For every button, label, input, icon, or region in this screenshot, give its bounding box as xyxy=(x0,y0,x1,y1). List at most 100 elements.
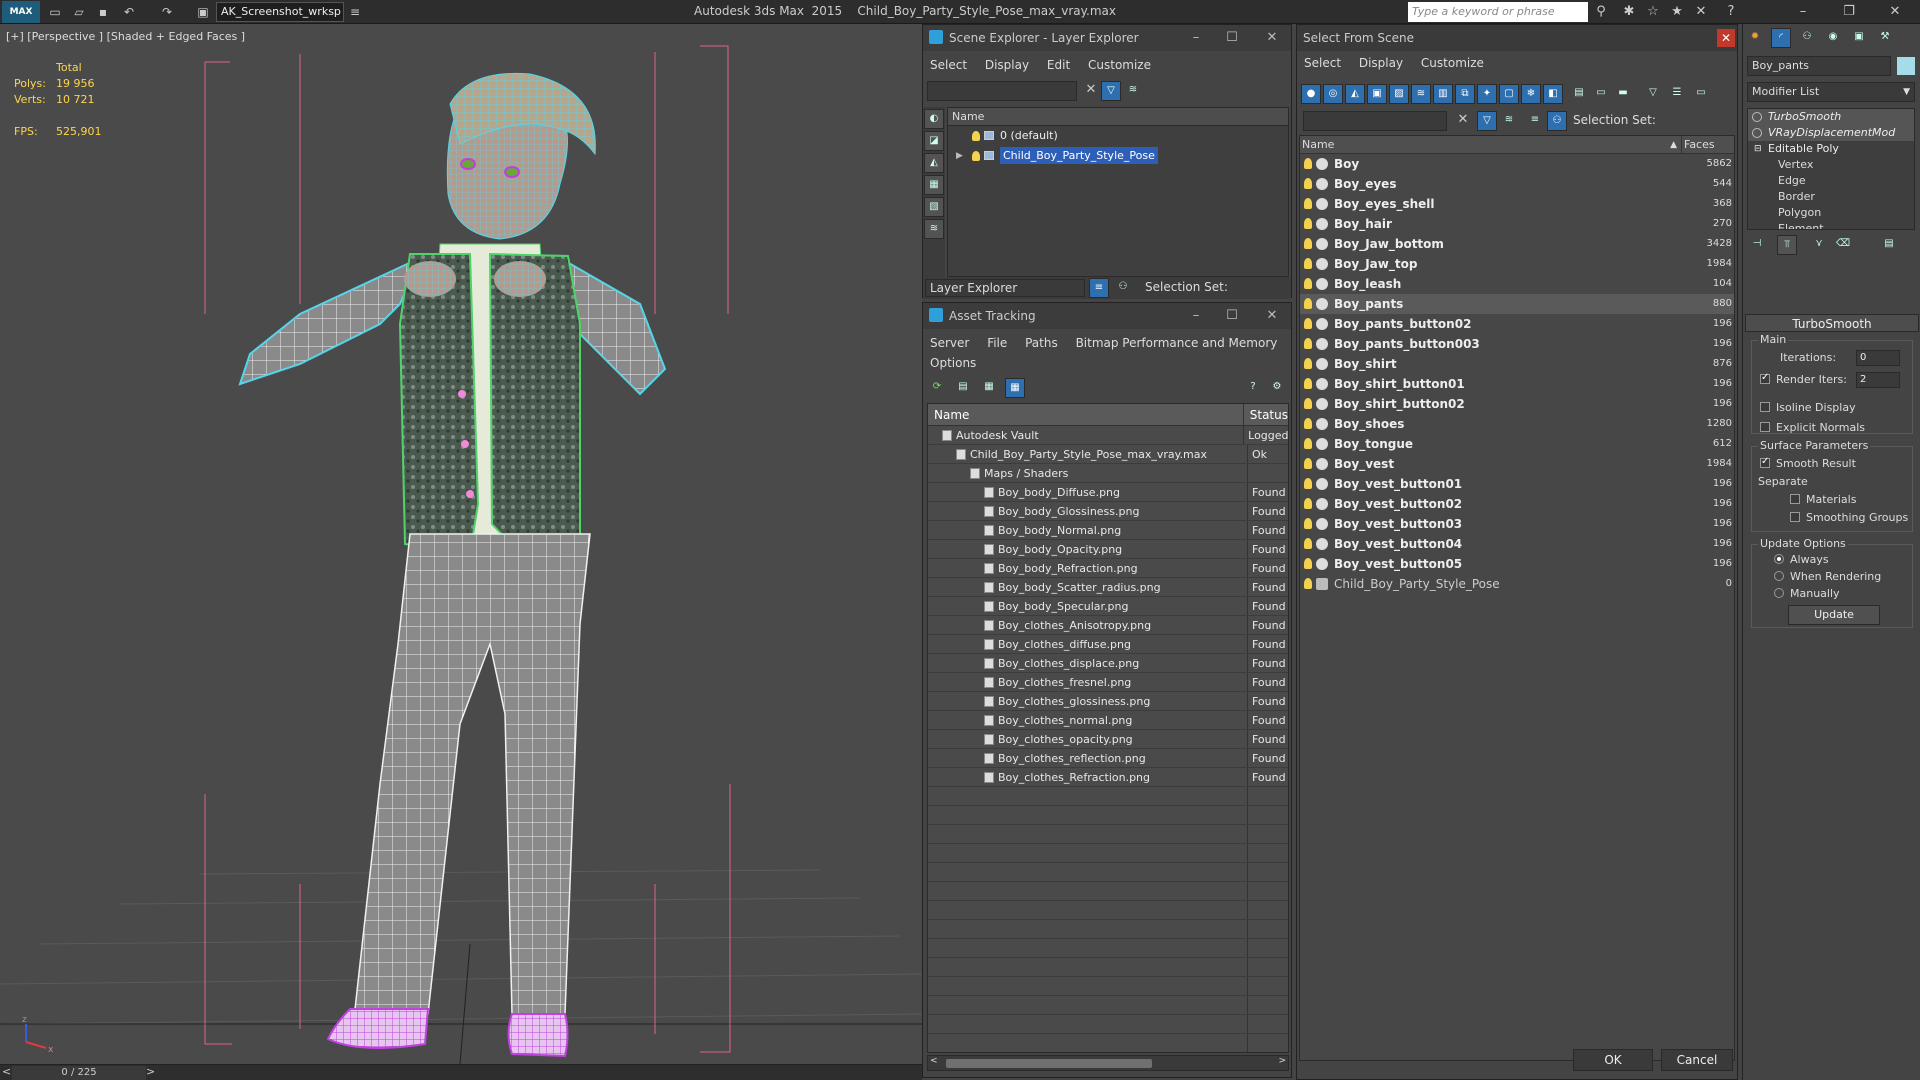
filter-options-icon[interactable]: ≋ xyxy=(1499,111,1519,131)
menu-customize[interactable]: Customize xyxy=(1414,53,1491,73)
display-geometry-icon[interactable]: ◐ xyxy=(924,109,944,129)
display-none-icon[interactable]: ▭ xyxy=(1591,84,1611,104)
asset-row[interactable]: Boy_clothes_diffuse.png Found xyxy=(928,635,1288,654)
visibility-bulb-icon[interactable] xyxy=(1304,338,1312,349)
restore-icon[interactable]: ❐ xyxy=(1840,3,1858,21)
layer-visibility-icon[interactable] xyxy=(972,131,980,141)
asset-row[interactable]: Maps / Shaders xyxy=(928,464,1288,483)
asset-row[interactable]: Boy_clothes_normal.png Found xyxy=(928,711,1288,730)
show-end-result-icon[interactable]: ⫪ xyxy=(1777,235,1797,255)
object-row[interactable]: Boy_vest_button05 196 xyxy=(1300,554,1734,574)
close-icon[interactable]: ✕ xyxy=(1886,3,1904,21)
subobject-level[interactable]: Vertex xyxy=(1748,157,1914,173)
object-row[interactable]: Boy_pants_button003 196 xyxy=(1300,334,1734,354)
find-field[interactable] xyxy=(927,81,1077,101)
visibility-bulb-icon[interactable] xyxy=(1304,398,1312,409)
visibility-bulb-icon[interactable] xyxy=(1304,218,1312,229)
sort-ascending-icon[interactable]: ▲ xyxy=(1670,136,1677,154)
next-frame-icon[interactable]: > xyxy=(146,1065,155,1078)
close-icon[interactable]: ✕ xyxy=(1717,29,1735,47)
object-color-swatch[interactable] xyxy=(1897,57,1915,75)
column-name[interactable]: Name xyxy=(928,404,1244,425)
viewport-label[interactable]: [+] [Perspective ] [Shaded + Edged Faces… xyxy=(6,30,245,43)
menu-select[interactable]: Select xyxy=(923,55,974,75)
materials-checkbox[interactable] xyxy=(1790,494,1800,504)
menu-paths[interactable]: Paths xyxy=(1018,333,1065,353)
visibility-bulb-icon[interactable] xyxy=(1304,558,1312,569)
asset-row[interactable]: Boy_clothes_Refraction.png Found xyxy=(928,768,1288,787)
motion-tab-icon[interactable]: ◉ xyxy=(1823,28,1843,48)
minimize-icon[interactable]: – xyxy=(1794,3,1812,21)
modifier-item[interactable]: ⊟ Editable Poly xyxy=(1748,141,1914,157)
app-logo[interactable]: MAX xyxy=(2,1,40,23)
table-view-icon[interactable]: ▦ xyxy=(1005,378,1025,398)
turbosmooth-rollout-title[interactable]: TurboSmooth xyxy=(1745,314,1919,332)
asset-row[interactable]: Boy_body_Opacity.png Found xyxy=(928,540,1288,559)
layer-explorer-icon[interactable]: ≡ xyxy=(1089,278,1109,298)
thumbnail-view-icon[interactable]: ▦ xyxy=(979,378,999,398)
open-file-icon[interactable]: ▱ xyxy=(70,3,88,21)
column-status[interactable]: Status xyxy=(1244,404,1288,425)
utilities-tab-icon[interactable]: ⚒ xyxy=(1875,28,1895,48)
column-faces[interactable]: Faces xyxy=(1682,136,1715,153)
menu-select[interactable]: Select xyxy=(1297,53,1348,73)
filter-options-icon[interactable]: ≋ xyxy=(1123,81,1143,101)
minimize-icon[interactable]: – xyxy=(1185,305,1207,327)
visibility-bulb-icon[interactable] xyxy=(1304,438,1312,449)
refresh-icon[interactable]: ⟳ xyxy=(927,378,947,398)
layer-visibility-icon[interactable] xyxy=(972,151,980,161)
object-row[interactable]: Boy_vest_button04 196 xyxy=(1300,534,1734,554)
pin-stack-icon[interactable]: ⊣ xyxy=(1747,235,1767,255)
scroll-right-icon[interactable]: > xyxy=(1278,1056,1286,1066)
visibility-bulb-icon[interactable] xyxy=(1304,538,1312,549)
display-helpers-icon[interactable]: ▧ xyxy=(924,197,944,217)
minimize-icon[interactable]: – xyxy=(1185,27,1207,49)
subobject-level[interactable]: Polygon xyxy=(1748,205,1914,221)
display-xrefs-icon[interactable]: ⧉ xyxy=(1455,84,1475,104)
visibility-bulb-icon[interactable] xyxy=(1304,378,1312,389)
column-name[interactable]: Name ▲ xyxy=(1300,136,1682,153)
help-icon[interactable]: ? xyxy=(1243,378,1263,398)
help-icon[interactable]: ? xyxy=(1722,3,1740,21)
object-row[interactable]: Boy_vest_button01 196 xyxy=(1300,474,1734,494)
subscription-icon[interactable]: ✱ xyxy=(1620,3,1638,21)
redo-icon[interactable]: ↷ xyxy=(158,3,176,21)
modifier-item[interactable]: VRayDisplacementMod xyxy=(1748,125,1914,141)
expand-arrow-icon[interactable]: ▶ xyxy=(956,146,963,166)
visibility-bulb-icon[interactable] xyxy=(1304,318,1312,329)
prev-frame-icon[interactable]: < xyxy=(2,1065,11,1078)
always-radio[interactable] xyxy=(1774,554,1784,564)
bulb-toggle-icon[interactable] xyxy=(1752,112,1762,122)
smoothing-groups-checkbox[interactable] xyxy=(1790,512,1800,522)
communication-icon[interactable]: ☆ xyxy=(1644,3,1662,21)
hierarchy-icon[interactable]: ☰ xyxy=(1667,84,1687,104)
display-containers-icon[interactable]: ▢ xyxy=(1499,84,1519,104)
explorer-dropdown[interactable]: Layer Explorer xyxy=(925,279,1085,297)
display-lights-icon[interactable]: ◭ xyxy=(924,153,944,173)
configure-sets-icon[interactable]: ▤ xyxy=(1879,235,1899,255)
render-iters-checkbox[interactable] xyxy=(1760,372,1770,384)
object-row[interactable]: Boy_shirt 876 xyxy=(1300,354,1734,374)
visibility-bulb-icon[interactable] xyxy=(1304,178,1312,189)
object-row[interactable]: Boy_shirt_button02 196 xyxy=(1300,394,1734,414)
asset-row[interactable]: Boy_body_Scatter_radius.png Found xyxy=(928,578,1288,597)
collapse-icon[interactable]: ▭ xyxy=(1691,84,1711,104)
asset-row[interactable]: Boy_body_Specular.png Found xyxy=(928,597,1288,616)
close-icon[interactable]: ✕ xyxy=(1261,305,1283,327)
horizontal-scrollbar[interactable]: < > xyxy=(927,1055,1289,1071)
layer-row[interactable]: 0 (default) xyxy=(948,126,1288,146)
scrollbar-thumb[interactable] xyxy=(946,1059,1152,1068)
select-from-scene-title[interactable]: Select From Scene xyxy=(1297,25,1737,51)
display-tab-icon[interactable]: ▣ xyxy=(1849,28,1869,48)
object-row[interactable]: Boy_tongue 612 xyxy=(1300,434,1734,454)
explicit-normals-checkbox[interactable] xyxy=(1760,422,1770,432)
menu-display[interactable]: Display xyxy=(978,55,1036,75)
workspace-selector[interactable]: AK_Screenshot_wrksp xyxy=(216,2,344,22)
asset-row[interactable]: Child_Boy_Party_Style_Pose_max_vray.max O… xyxy=(928,445,1288,464)
subobject-level[interactable]: Border xyxy=(1748,189,1914,205)
filter-icon[interactable]: ▽ xyxy=(1643,84,1663,104)
hierarchy-tab-icon[interactable]: ⚇ xyxy=(1797,28,1817,48)
asset-row[interactable]: Boy_clothes_glossiness.png Found xyxy=(928,692,1288,711)
visibility-bulb-icon[interactable] xyxy=(1304,518,1312,529)
search-input[interactable]: Type a keyword or phrase xyxy=(1408,2,1588,22)
